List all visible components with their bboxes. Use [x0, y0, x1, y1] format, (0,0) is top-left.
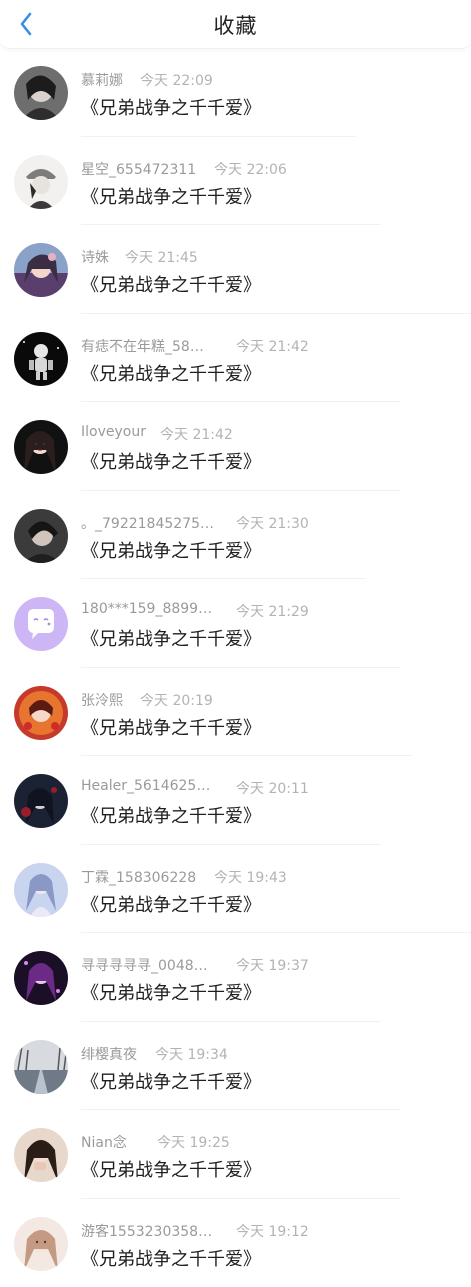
- item-title: 《兄弟战争之千千爱》: [81, 183, 261, 209]
- item-title: 《兄弟战争之千千爱》: [81, 360, 261, 386]
- item-title: 《兄弟战争之千千爱》: [81, 448, 261, 474]
- list-item[interactable]: Iloveyour 今天 21:42 《兄弟战争之千千爱》: [0, 402, 471, 491]
- item-meta: 星空_655472311 今天 22:06: [81, 159, 196, 179]
- item-meta: 180***159_8899… 今天 21:29: [81, 601, 212, 617]
- user-name: 丁霖_158306228: [81, 867, 196, 887]
- list-item[interactable]: Nian念 今天 19:25 《兄弟战争之千千爱》: [0, 1110, 471, 1199]
- item-meta: Nian念 今天 19:25: [81, 1132, 127, 1152]
- avatar[interactable]: [14, 951, 68, 1005]
- user-name: 星空_655472311: [81, 159, 196, 179]
- item-title: 《兄弟战争之千千爱》: [81, 1156, 261, 1182]
- avatar[interactable]: [14, 332, 68, 386]
- user-name: 。_79221845275…: [81, 513, 214, 533]
- top-nav-bar: 收藏: [0, 0, 471, 49]
- item-title: 《兄弟战争之千千爱》: [81, 714, 261, 740]
- timestamp: 今天 19:25: [157, 1132, 230, 1152]
- list-item[interactable]: 慕莉娜 今天 22:09 《兄弟战争之千千爱》: [0, 48, 471, 137]
- list-item[interactable]: 游客1553230358… 今天 19:12 《兄弟战争之千千爱》: [0, 1199, 471, 1287]
- timestamp: 今天 19:12: [236, 1221, 309, 1241]
- timestamp: 今天 19:37: [236, 955, 309, 975]
- item-title: 《兄弟战争之千千爱》: [81, 979, 261, 1005]
- page-title: 收藏: [0, 10, 471, 40]
- user-name: Healer_5614625…: [81, 778, 210, 794]
- item-title: 《兄弟战争之千千爱》: [81, 1245, 261, 1271]
- list-item[interactable]: 有痣不在年糕_58… 今天 21:42 《兄弟战争之千千爱》: [0, 314, 471, 403]
- item-meta: 慕莉娜 今天 22:09: [81, 70, 123, 90]
- avatar[interactable]: [14, 863, 68, 917]
- timestamp: 今天 21:45: [125, 247, 198, 267]
- list-item[interactable]: 星空_655472311 今天 22:06 《兄弟战争之千千爱》: [0, 137, 471, 226]
- user-name: 180***159_8899…: [81, 601, 212, 617]
- list-item[interactable]: 。_79221845275… 今天 21:30 《兄弟战争之千千爱》: [0, 491, 471, 580]
- avatar[interactable]: [14, 1040, 68, 1094]
- item-meta: 绯樱真夜 今天 19:34: [81, 1044, 137, 1064]
- user-name: Iloveyour: [81, 424, 146, 440]
- timestamp: 今天 20:11: [236, 778, 309, 798]
- user-name: 游客1553230358…: [81, 1221, 212, 1241]
- avatar[interactable]: [14, 420, 68, 474]
- item-title: 《兄弟战争之千千爱》: [81, 94, 261, 120]
- item-title: 《兄弟战争之千千爱》: [81, 891, 261, 917]
- avatar[interactable]: [14, 774, 68, 828]
- avatar[interactable]: [14, 509, 68, 563]
- item-title: 《兄弟战争之千千爱》: [81, 802, 261, 828]
- item-meta: 游客1553230358… 今天 19:12: [81, 1221, 212, 1241]
- timestamp: 今天 21:42: [236, 336, 309, 356]
- list-item[interactable]: Healer_5614625… 今天 20:11 《兄弟战争之千千爱》: [0, 756, 471, 845]
- favorites-list: 慕莉娜 今天 22:09 《兄弟战争之千千爱》 星空_655472311 今天 …: [0, 48, 471, 1287]
- timestamp: 今天 21:30: [236, 513, 309, 533]
- avatar[interactable]: [14, 1217, 68, 1271]
- avatar[interactable]: [14, 66, 68, 120]
- item-meta: 有痣不在年糕_58… 今天 21:42: [81, 336, 204, 356]
- avatar[interactable]: [14, 155, 68, 209]
- item-meta: 丁霖_158306228 今天 19:43: [81, 867, 196, 887]
- list-item[interactable]: 180***159_8899… 今天 21:29 《兄弟战争之千千爱》: [0, 579, 471, 668]
- item-meta: Iloveyour 今天 21:42: [81, 424, 146, 440]
- item-meta: 诗姝 今天 21:45: [81, 247, 109, 267]
- item-meta: Healer_5614625… 今天 20:11: [81, 778, 210, 794]
- avatar[interactable]: [14, 1128, 68, 1182]
- list-item[interactable]: 寻寻寻寻寻_0048… 今天 19:37 《兄弟战争之千千爱》: [0, 933, 471, 1022]
- item-title: 《兄弟战争之千千爱》: [81, 537, 261, 563]
- item-meta: 。_79221845275… 今天 21:30: [81, 513, 214, 533]
- item-meta: 寻寻寻寻寻_0048… 今天 19:37: [81, 955, 208, 975]
- timestamp: 今天 20:19: [140, 690, 213, 710]
- user-name: 诗姝: [81, 247, 109, 267]
- user-name: Nian念: [81, 1132, 127, 1152]
- list-item[interactable]: 诗姝 今天 21:45 《兄弟战争之千千爱》: [0, 225, 471, 314]
- item-title: 《兄弟战争之千千爱》: [81, 625, 261, 651]
- user-name: 寻寻寻寻寻_0048…: [81, 955, 208, 975]
- item-meta: 张泠熙 今天 20:19: [81, 690, 123, 710]
- avatar[interactable]: [14, 243, 68, 297]
- item-title: 《兄弟战争之千千爱》: [81, 1068, 261, 1094]
- timestamp: 今天 19:43: [214, 867, 287, 887]
- timestamp: 今天 19:34: [155, 1044, 228, 1064]
- item-title: 《兄弟战争之千千爱》: [81, 271, 261, 297]
- timestamp: 今天 21:42: [160, 424, 233, 444]
- timestamp: 今天 22:09: [140, 70, 213, 90]
- user-name: 张泠熙: [81, 690, 123, 710]
- timestamp: 今天 22:06: [214, 159, 287, 179]
- list-item[interactable]: 绯樱真夜 今天 19:34 《兄弟战争之千千爱》: [0, 1022, 471, 1111]
- list-item[interactable]: 丁霖_158306228 今天 19:43 《兄弟战争之千千爱》: [0, 845, 471, 934]
- avatar[interactable]: [14, 686, 68, 740]
- timestamp: 今天 21:29: [236, 601, 309, 621]
- user-name: 有痣不在年糕_58…: [81, 336, 204, 356]
- user-name: 慕莉娜: [81, 70, 123, 90]
- user-name: 绯樱真夜: [81, 1044, 137, 1064]
- list-item[interactable]: 张泠熙 今天 20:19 《兄弟战争之千千爱》: [0, 668, 471, 757]
- avatar[interactable]: [14, 597, 68, 651]
